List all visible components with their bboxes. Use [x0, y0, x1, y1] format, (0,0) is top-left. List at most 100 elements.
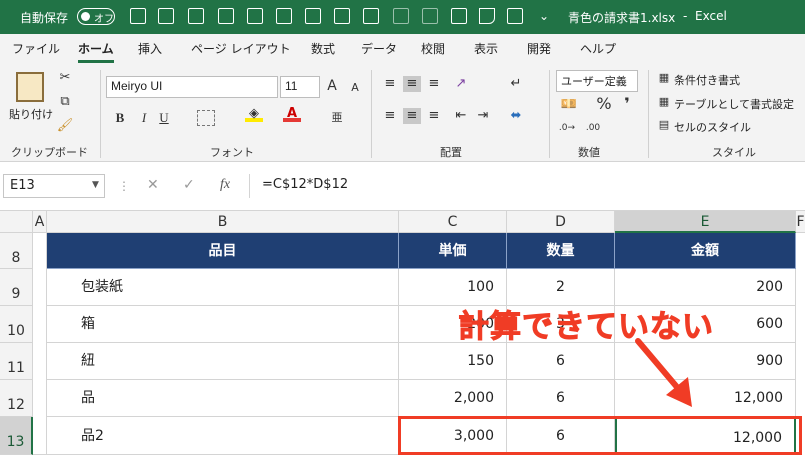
align-top-icon[interactable]: ≡: [381, 76, 399, 92]
decrease-indent-icon[interactable]: ⇤: [452, 108, 470, 124]
increase-decimal-icon[interactable]: .0→: [558, 120, 576, 136]
align-center-icon[interactable]: ≡: [403, 108, 421, 124]
font-color-icon[interactable]: A: [283, 106, 301, 122]
conditional-format-icon[interactable]: ▦: [655, 70, 673, 86]
table-cell[interactable]: 6: [507, 343, 615, 380]
row-header-11[interactable]: 11: [0, 343, 33, 380]
select-icon[interactable]: [507, 8, 523, 24]
increase-indent-icon[interactable]: ⇥: [474, 108, 492, 124]
filter2-icon[interactable]: [247, 8, 263, 24]
column-header-e[interactable]: E: [615, 211, 796, 233]
column-header-a[interactable]: A: [33, 211, 47, 233]
macro2-icon[interactable]: [188, 8, 204, 24]
name-box-dropdown-icon[interactable]: ▼: [92, 180, 99, 190]
tab-file[interactable]: ファイル: [12, 40, 60, 57]
row-header-12[interactable]: 12: [0, 380, 33, 417]
fill-color-icon[interactable]: ◈: [245, 106, 263, 122]
table-cell[interactable]: 品2: [47, 417, 399, 455]
pointer-icon[interactable]: [479, 8, 495, 24]
tab-help[interactable]: ヘルプ: [580, 40, 616, 57]
autosave-toggle[interactable]: オフ: [77, 8, 115, 25]
column-a-cells[interactable]: [33, 233, 47, 455]
header-amount[interactable]: 金額: [615, 233, 796, 269]
format-table-button[interactable]: テーブルとして書式設定: [674, 96, 794, 112]
macro-icon[interactable]: [158, 8, 174, 24]
table-cell[interactable]: 紐: [47, 343, 399, 380]
cut-icon[interactable]: ✂: [56, 70, 74, 86]
underline-icon[interactable]: U: [155, 110, 173, 126]
edit-icon[interactable]: [363, 8, 379, 24]
row-header-9[interactable]: 9: [0, 269, 33, 306]
filter-sort-icon[interactable]: [451, 8, 467, 24]
align-right-icon[interactable]: ≡: [425, 108, 443, 124]
cell-style-icon[interactable]: ▤: [655, 117, 673, 133]
grid-icon[interactable]: [276, 8, 292, 24]
enter-icon[interactable]: ✓: [183, 177, 195, 193]
decrease-decimal-icon[interactable]: .00: [584, 120, 602, 136]
tab-view[interactable]: 表示: [474, 40, 498, 57]
paste-icon[interactable]: [16, 72, 44, 102]
insert-function-icon[interactable]: fx: [220, 177, 230, 193]
row-header-10[interactable]: 10: [0, 306, 33, 343]
row-header-8[interactable]: 8: [0, 233, 33, 269]
phonetic-icon[interactable]: 亜: [328, 110, 346, 126]
bold-icon[interactable]: B: [111, 110, 129, 126]
align-middle-icon[interactable]: ≡: [403, 76, 421, 92]
formula-input[interactable]: =C$12*D$12: [249, 174, 805, 198]
tab-developer[interactable]: 開発: [527, 40, 551, 57]
tab-home[interactable]: ホーム: [78, 40, 114, 57]
table-cell[interactable]: 箱: [47, 306, 399, 343]
italic-icon[interactable]: I: [135, 110, 153, 126]
border-icon[interactable]: [197, 110, 215, 126]
align-left-icon[interactable]: ≡: [381, 108, 399, 124]
table-cell[interactable]: 包装紙: [47, 269, 399, 306]
table-cell[interactable]: 品: [47, 380, 399, 417]
row-header-13[interactable]: 13: [0, 417, 33, 455]
copy-icon[interactable]: ⧉: [56, 94, 74, 110]
cancel-icon[interactable]: ✕: [147, 177, 159, 193]
conditional-format-button[interactable]: 条件付き書式: [674, 72, 740, 88]
comma-icon[interactable]: ❜: [618, 96, 636, 112]
filter-icon[interactable]: [218, 8, 234, 24]
qat-more-icon[interactable]: ⌄: [539, 9, 549, 23]
tab-insert[interactable]: 挿入: [138, 40, 162, 57]
align-bottom-icon[interactable]: ≡: [425, 76, 443, 92]
column-header-c[interactable]: C: [399, 211, 507, 233]
tab-data[interactable]: データ: [361, 40, 397, 57]
font-size-select[interactable]: 11: [280, 76, 320, 98]
tab-review[interactable]: 校閲: [421, 40, 445, 57]
save-icon[interactable]: [130, 8, 146, 24]
name-box[interactable]: E13: [3, 174, 105, 198]
shrink-font-icon[interactable]: A: [346, 80, 364, 96]
image-icon[interactable]: [334, 8, 350, 24]
filter-clear-icon[interactable]: [422, 8, 438, 24]
font-name-select[interactable]: Meiryo UI: [106, 76, 278, 98]
table-cell[interactable]: 6: [507, 380, 615, 417]
percent-icon[interactable]: %: [595, 96, 613, 112]
currency-icon[interactable]: 💴: [560, 97, 578, 113]
select-all-corner[interactable]: [0, 211, 33, 233]
table-cell[interactable]: 150: [399, 343, 507, 380]
number-format-select[interactable]: ユーザー定義: [556, 70, 638, 92]
header-item[interactable]: 品目: [47, 233, 399, 269]
format-table-icon[interactable]: ▦: [655, 94, 673, 110]
tab-page-layout[interactable]: ページ レイアウト: [191, 40, 291, 57]
format-painter-icon[interactable]: 🖌: [56, 118, 74, 134]
clear-icon[interactable]: [393, 8, 409, 24]
paste-button[interactable]: 貼り付け: [9, 106, 53, 122]
header-unit-price[interactable]: 単価: [399, 233, 507, 269]
grow-font-icon[interactable]: A: [323, 78, 341, 94]
wrap-text-icon[interactable]: ↵: [507, 76, 525, 92]
group-styles: スタイル: [712, 146, 756, 159]
orientation-icon[interactable]: ↗: [452, 76, 470, 92]
tab-formulas[interactable]: 数式: [311, 40, 335, 57]
column-header-f[interactable]: F: [796, 211, 805, 233]
file-name: 青色の請求書1.xlsx: [568, 11, 676, 25]
table-cell[interactable]: 2,000: [399, 380, 507, 417]
column-header-d[interactable]: D: [507, 211, 615, 233]
grid2-icon[interactable]: [305, 8, 321, 24]
cell-style-button[interactable]: セルのスタイル: [674, 119, 751, 135]
column-header-b[interactable]: B: [47, 211, 399, 233]
header-quantity[interactable]: 数量: [507, 233, 615, 269]
merge-center-icon[interactable]: ⬌: [507, 108, 525, 124]
